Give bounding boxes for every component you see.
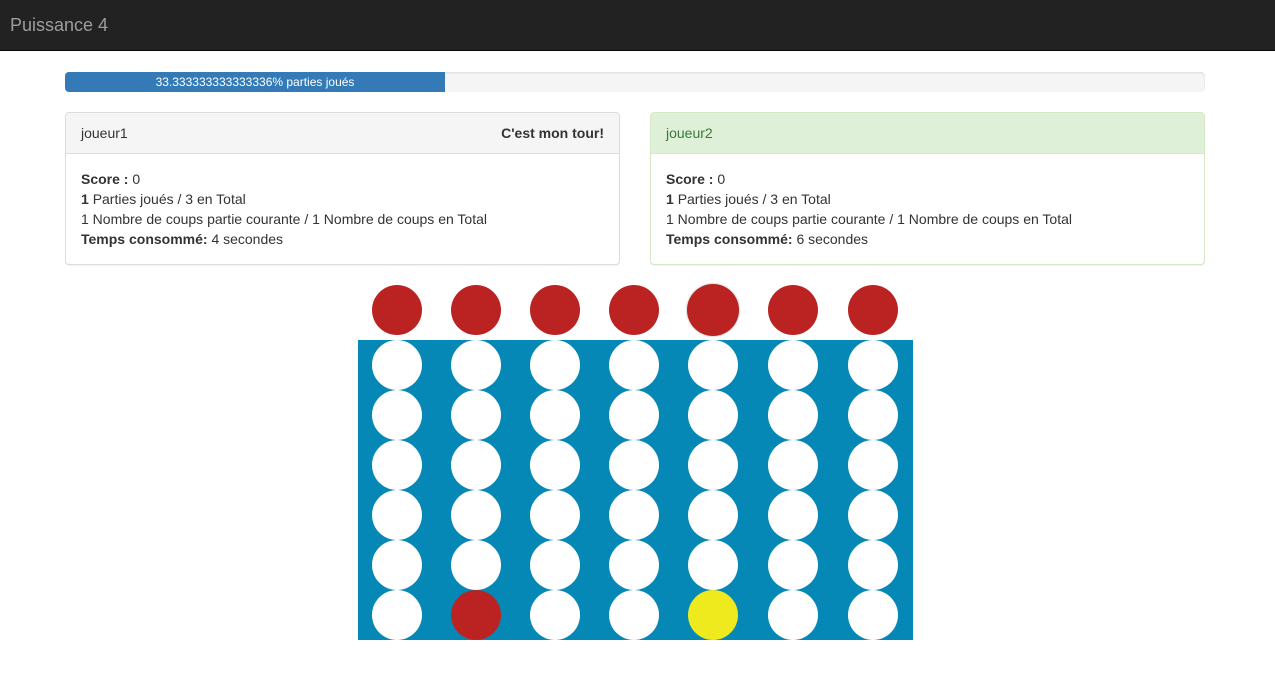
board-cell[interactable] <box>372 490 422 540</box>
board-cell[interactable] <box>768 490 818 540</box>
player1-heading: joueur1 C'est mon tour! <box>66 113 619 154</box>
games-progress: 33.333333333333336% parties joués <box>65 72 1205 92</box>
board-cell[interactable] <box>530 390 580 440</box>
score-label: Score : <box>81 171 129 187</box>
board-cell[interactable] <box>530 440 580 490</box>
board-cell[interactable] <box>848 440 898 490</box>
board-cell[interactable] <box>372 540 422 590</box>
player2-time: 6 secondes <box>796 231 869 247</box>
board-cell[interactable] <box>451 390 501 440</box>
player1-time: 4 secondes <box>211 231 284 247</box>
board-cell[interactable] <box>848 340 898 390</box>
board-cell[interactable] <box>372 390 422 440</box>
board-cell[interactable] <box>372 590 422 640</box>
board-cell[interactable] <box>768 590 818 640</box>
board-cell[interactable] <box>451 490 501 540</box>
player2-score: 0 <box>717 171 726 187</box>
progress-bar: 33.333333333333336% parties joués <box>65 72 445 92</box>
board-cell[interactable] <box>848 540 898 590</box>
game-board <box>358 340 913 640</box>
drop-token-column-6[interactable] <box>768 285 818 335</box>
drop-token-column-2[interactable] <box>451 285 501 335</box>
board-cell[interactable] <box>609 340 659 390</box>
board-cell[interactable] <box>372 440 422 490</box>
board-cell[interactable] <box>530 340 580 390</box>
player2-games-text: Parties joués / 3 en Total <box>677 191 831 207</box>
player2-games-played: 1 <box>666 191 674 207</box>
board-cell[interactable] <box>609 490 659 540</box>
player2-stats: Score : 0 1 Parties joués / 3 en Total 1… <box>651 154 1204 249</box>
drop-token-column-4[interactable] <box>609 285 659 335</box>
red-disc[interactable] <box>451 590 501 640</box>
board-cell[interactable] <box>609 590 659 640</box>
board-cell[interactable] <box>688 540 738 590</box>
board-cell[interactable] <box>451 440 501 490</box>
player1-stats: Score : 0 1 Parties joués / 3 en Total 1… <box>66 154 619 249</box>
board-cell[interactable] <box>372 340 422 390</box>
player1-score: 0 <box>132 171 141 187</box>
player2-panel: joueur2 Score : 0 1 Parties joués / 3 en… <box>650 112 1205 265</box>
navbar: Puissance 4 <box>0 0 1275 51</box>
player1-name: joueur1 <box>81 125 128 141</box>
player2-name: joueur2 <box>666 125 713 141</box>
board-cell[interactable] <box>688 340 738 390</box>
board-cell[interactable] <box>848 590 898 640</box>
column-drop-buttons <box>358 284 913 336</box>
board-cell[interactable] <box>609 390 659 440</box>
yellow-disc[interactable] <box>688 590 738 640</box>
turn-indicator: C'est mon tour! <box>501 125 604 141</box>
board-cell[interactable] <box>688 490 738 540</box>
board-cell[interactable] <box>530 490 580 540</box>
board-cell[interactable] <box>530 540 580 590</box>
board-cell[interactable] <box>609 540 659 590</box>
board-cell[interactable] <box>768 440 818 490</box>
score-label: Score : <box>666 171 714 187</box>
player1-panel: joueur1 C'est mon tour! Score : 0 1 Part… <box>65 112 620 265</box>
player2-heading: joueur2 <box>651 113 1204 154</box>
board-cell[interactable] <box>451 540 501 590</box>
board-cell[interactable] <box>688 440 738 490</box>
drop-token-column-1[interactable] <box>372 285 422 335</box>
board-cell[interactable] <box>768 540 818 590</box>
board-cell[interactable] <box>848 490 898 540</box>
board-cell[interactable] <box>768 390 818 440</box>
drop-token-column-7[interactable] <box>848 285 898 335</box>
board-cell[interactable] <box>688 390 738 440</box>
drop-token-column-3[interactable] <box>530 285 580 335</box>
app-title[interactable]: Puissance 4 <box>10 15 108 35</box>
player1-moves: 1 Nombre de coups partie courante / 1 No… <box>81 211 487 227</box>
player1-games-played: 1 <box>81 191 89 207</box>
board-cell[interactable] <box>609 440 659 490</box>
board-cell[interactable] <box>848 390 898 440</box>
drop-token-column-5[interactable] <box>687 284 739 336</box>
board-cell[interactable] <box>530 590 580 640</box>
player1-games-text: Parties joués / 3 en Total <box>92 191 246 207</box>
game-area <box>358 284 913 640</box>
player2-moves: 1 Nombre de coups partie courante / 1 No… <box>666 211 1072 227</box>
board-cell[interactable] <box>768 340 818 390</box>
board-cell[interactable] <box>451 340 501 390</box>
time-label: Temps consommé: <box>81 231 208 247</box>
time-label: Temps consommé: <box>666 231 793 247</box>
